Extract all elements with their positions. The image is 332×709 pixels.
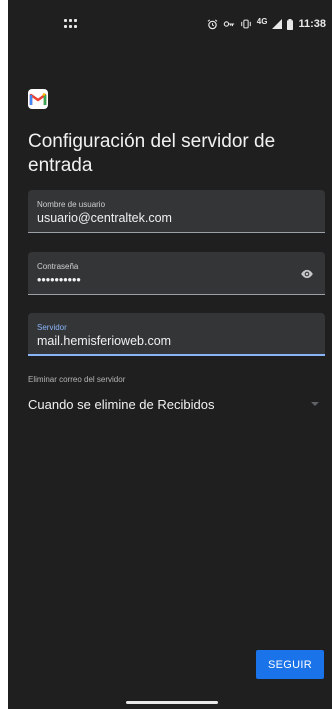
server-label: Servidor — [37, 323, 67, 332]
server-input[interactable]: mail.hemisferioweb.com — [37, 334, 171, 348]
username-input[interactable]: usuario@centraltek.com — [37, 211, 172, 225]
phone-screen: 4G 11:38 Configuración del servidor de e… — [8, 0, 332, 709]
network-type-text: 4G — [256, 16, 268, 26]
page-title: Configuración del servidor de entrada — [28, 131, 276, 176]
signal-icon — [272, 19, 283, 29]
gmail-logo — [28, 89, 48, 109]
delete-setting-value: Cuando se elimine de Recibidos — [28, 397, 215, 412]
server-field[interactable]: Servidor mail.hemisferioweb.com — [28, 313, 325, 356]
status-bar: 4G 11:38 — [8, 0, 332, 50]
username-label: Nombre de usuario — [37, 200, 106, 209]
delete-setting-label: Eliminar correo del servidor — [28, 375, 126, 384]
gesture-bar[interactable] — [126, 701, 218, 704]
password-input[interactable]: •••••••••• — [37, 273, 81, 287]
username-field[interactable]: Nombre de usuario usuario@centraltek.com — [28, 190, 325, 233]
key-icon — [223, 21, 234, 27]
apps-grid-icon — [64, 19, 77, 29]
chevron-down-icon — [311, 402, 319, 406]
battery-icon — [287, 18, 294, 30]
status-icons: 4G 11:38 — [207, 16, 326, 32]
eye-icon[interactable] — [300, 267, 314, 281]
vibrate-icon — [240, 19, 251, 29]
password-field[interactable]: Contraseña •••••••••• — [28, 252, 325, 295]
password-label: Contraseña — [37, 262, 79, 271]
next-button[interactable]: SEGUIR — [256, 650, 324, 679]
alarm-icon — [207, 19, 218, 29]
clock-text: 11:38 — [298, 18, 326, 30]
delete-setting-select[interactable]: Cuando se elimine de Recibidos — [28, 394, 325, 416]
